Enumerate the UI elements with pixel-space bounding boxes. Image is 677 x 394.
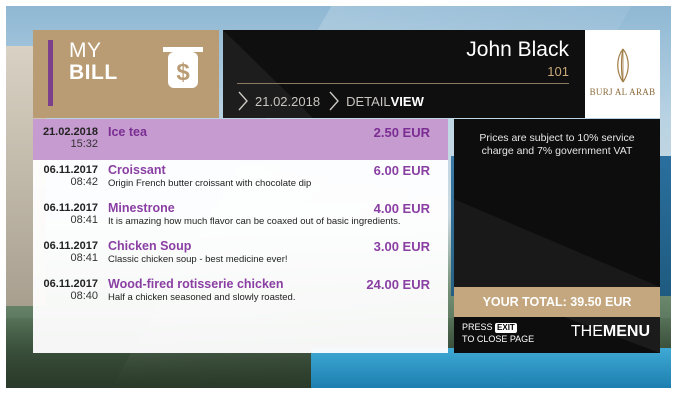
chevron-right-icon bbox=[329, 91, 340, 111]
bill-items-list: 21.02.2018 15:32 Ice tea 2.50 EUR 06.11.… bbox=[33, 119, 448, 353]
background-pool bbox=[311, 348, 671, 388]
item-time: 08:42 bbox=[70, 176, 98, 188]
item-date: 21.02.2018 bbox=[42, 126, 98, 138]
item-price: 24.00 EUR bbox=[366, 277, 430, 292]
logo-text: BURJ AL ARAB bbox=[589, 87, 656, 97]
info-panel: Prices are subject to 10% service charge… bbox=[454, 119, 660, 287]
item-description: It is amazing how much flavor can be coa… bbox=[108, 216, 401, 227]
exit-hint-press: PRESS bbox=[462, 322, 493, 332]
room-number: 101 bbox=[547, 64, 569, 79]
item-description: Classic chicken soup - best medicine eve… bbox=[108, 254, 288, 265]
breadcrumb-view-bold: VIEW bbox=[390, 93, 424, 109]
brand-light: THE bbox=[570, 323, 603, 340]
exit-hint: PRESS EXIT TO CLOSE PAGE bbox=[462, 321, 534, 345]
my-bill-tile: MY BILL $ bbox=[33, 30, 219, 118]
item-time: 08:41 bbox=[70, 252, 98, 264]
item-name: Ice tea bbox=[108, 125, 147, 139]
item-time: 15:32 bbox=[70, 138, 98, 150]
header-divider bbox=[237, 83, 569, 84]
footer-bar: PRESS EXIT TO CLOSE PAGE THEMENU bbox=[454, 317, 660, 353]
item-price: 3.00 EUR bbox=[373, 239, 430, 254]
dollar-receipt-icon: $ bbox=[163, 47, 203, 88]
bill-item-row[interactable]: 06.11.2017 08:40 Wood-fired rotisserie c… bbox=[33, 276, 448, 313]
breadcrumb-date[interactable]: 21.02.2018 bbox=[255, 94, 320, 109]
item-description: Half a chicken seasoned and slowly roast… bbox=[108, 292, 296, 303]
item-date: 06.11.2017 bbox=[43, 202, 98, 214]
bill-item-row[interactable]: 21.02.2018 15:32 Ice tea 2.50 EUR bbox=[33, 119, 448, 160]
hotel-logo: BURJ AL ARAB bbox=[585, 30, 660, 118]
item-name: Minestrone bbox=[108, 201, 175, 215]
item-price: 4.00 EUR bbox=[373, 201, 430, 216]
item-name: Croissant bbox=[108, 163, 166, 177]
bill-item-row[interactable]: 06.11.2017 08:42 Croissant Origin French… bbox=[33, 162, 448, 199]
breadcrumb-view: DETAILVIEW bbox=[346, 94, 424, 109]
item-time: 08:40 bbox=[70, 290, 98, 302]
breadcrumb-view-prefix: DETAIL bbox=[346, 93, 391, 109]
item-date: 06.11.2017 bbox=[43, 164, 98, 176]
brand-bold: MENU bbox=[602, 323, 650, 340]
page-title-line1: MY bbox=[69, 39, 102, 62]
exit-key-badge[interactable]: EXIT bbox=[495, 323, 517, 333]
exit-hint-text: TO CLOSE PAGE bbox=[462, 334, 535, 344]
item-name: Chicken Soup bbox=[108, 239, 192, 253]
guest-header: John Black 101 21.02.2018 DETAILVIEW bbox=[223, 30, 585, 118]
item-price: 2.50 EUR bbox=[373, 125, 430, 140]
service-charge-note: Prices are subject to 10% service charge… bbox=[479, 132, 635, 157]
bill-item-row[interactable]: 06.11.2017 08:41 Minestrone It is amazin… bbox=[33, 200, 448, 237]
the-menu-brand[interactable]: THEMENU bbox=[571, 323, 650, 341]
accent-bar bbox=[48, 40, 53, 106]
sail-logo-icon bbox=[617, 48, 629, 83]
page-title-line2: BILL bbox=[69, 61, 118, 84]
item-price: 6.00 EUR bbox=[373, 163, 430, 178]
breadcrumb: 21.02.2018 DETAILVIEW bbox=[237, 90, 424, 112]
chevron-right-icon bbox=[238, 91, 248, 111]
item-date: 06.11.2017 bbox=[43, 240, 98, 252]
item-name: Wood-fired rotisserie chicken bbox=[108, 277, 284, 291]
item-description: Origin French butter croissant with choc… bbox=[108, 178, 312, 189]
page-title: MY BILL bbox=[69, 40, 118, 84]
item-time: 08:41 bbox=[70, 214, 98, 226]
total-amount: YOUR TOTAL: 39.50 EUR bbox=[454, 287, 660, 317]
item-date: 06.11.2017 bbox=[43, 278, 98, 290]
svg-text:$: $ bbox=[176, 59, 190, 86]
guest-name: John Black bbox=[466, 38, 569, 61]
bill-item-row[interactable]: 06.11.2017 08:41 Chicken Soup Classic ch… bbox=[33, 238, 448, 275]
